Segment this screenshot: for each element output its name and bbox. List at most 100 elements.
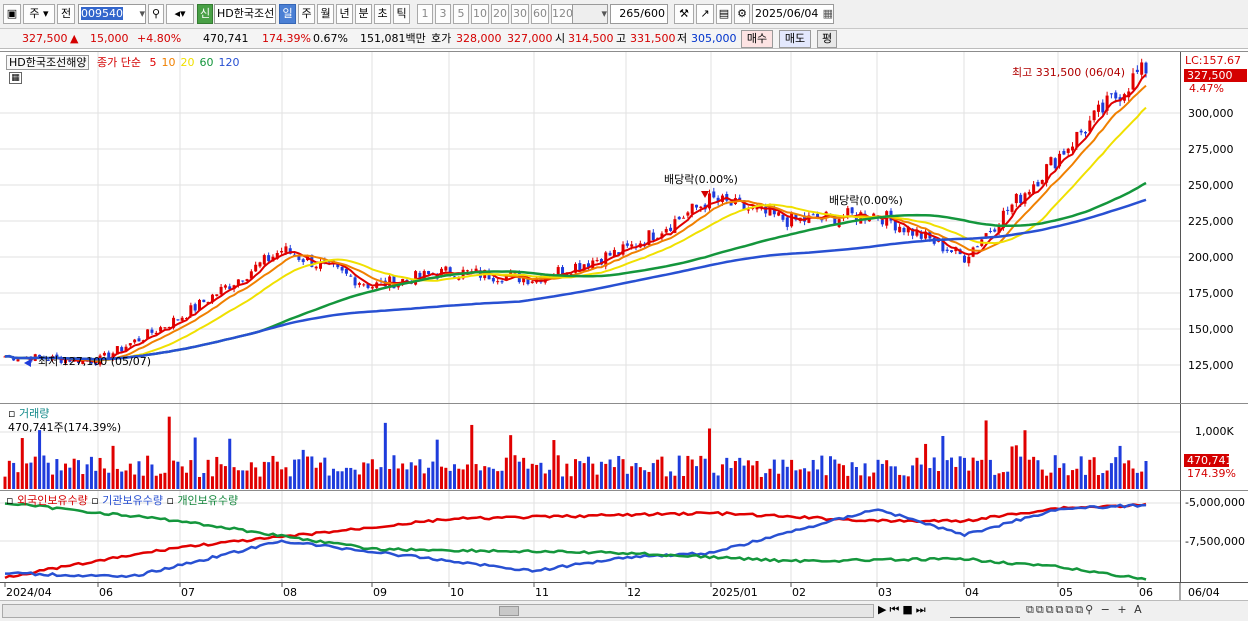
volume-bar [1006, 471, 1010, 489]
stock-name-input[interactable]: HD한국조선 [214, 4, 276, 24]
period-tab-4[interactable]: 분 [355, 4, 372, 24]
interval-input[interactable]: ▾ [572, 4, 608, 24]
interval-button-1[interactable]: 1 [417, 4, 433, 24]
candle-body [1062, 151, 1066, 155]
volume-bar [552, 440, 556, 489]
date-value: 2025/06/04 [755, 7, 819, 20]
volume-bar [1140, 471, 1144, 489]
volume-bar [794, 470, 798, 489]
candle-body [267, 255, 271, 262]
interval-button-5[interactable]: 5 [453, 4, 469, 24]
volume-bar [1088, 459, 1092, 489]
price-chart[interactable]: 최고 331,500 (06/04) 배당락(0.00%) 배당락(0.00%) 최저… [0, 52, 1180, 404]
volume-bar [487, 467, 491, 489]
mode-badge[interactable]: 신 [197, 4, 213, 24]
buy-button[interactable]: 매수 [741, 30, 773, 48]
chart-menu-icon[interactable]: ▣ [3, 4, 21, 24]
candle-body [1096, 104, 1100, 112]
ask-price: 328,000 [456, 32, 502, 45]
gear-icon[interactable]: ⚙ [734, 4, 750, 24]
candle-body [1101, 102, 1105, 113]
interval-button-120[interactable]: 120 [551, 4, 573, 24]
volume-bar [863, 463, 867, 489]
count-input[interactable]: 265/600 [610, 4, 668, 24]
candle-body [1019, 194, 1023, 204]
scroll-thumb[interactable] [499, 606, 519, 616]
candle-body [262, 255, 266, 265]
volume-bar [660, 456, 664, 489]
volume-bar [288, 476, 292, 489]
zoom-tools[interactable]: ⧉⧉⧉⧉⧉⧉⚲ − + A [1026, 603, 1144, 617]
price-tick-7: 125,000 [1188, 359, 1234, 372]
period-type-select[interactable]: 주 ▾ [23, 4, 55, 24]
volume-bar [327, 475, 331, 489]
candle-body [16, 359, 20, 362]
volume-bar [703, 458, 707, 489]
volume-bar [630, 466, 634, 489]
volume-bar [811, 459, 815, 489]
zoom-slider[interactable] [950, 604, 1020, 618]
volume-bar [988, 459, 992, 489]
volume-bar [366, 463, 370, 489]
candle-body [1109, 93, 1113, 95]
high-annotation: 최고 331,500 (06/04) [1012, 66, 1125, 79]
volume-bar [738, 457, 742, 489]
volume-bar [223, 466, 227, 489]
volume-bar [803, 468, 807, 489]
save-icon[interactable]: ▤ [716, 4, 732, 24]
volume-bar [271, 455, 275, 489]
stock-code-input[interactable]: 009540 ▾ [78, 4, 146, 24]
ma-line-5 [4, 73, 1147, 364]
candle-body [1036, 182, 1040, 187]
calculator-icon[interactable]: ▦ [9, 72, 22, 84]
period-tab-6[interactable]: 틱 [393, 4, 410, 24]
volume-bar [915, 457, 919, 489]
interval-button-60[interactable]: 60 [531, 4, 549, 24]
volume-bar [254, 467, 258, 489]
sell-button[interactable]: 매도 [779, 30, 811, 48]
avg-button[interactable]: 평 [817, 30, 837, 48]
volume-bar [565, 463, 569, 489]
candle-body [370, 287, 374, 289]
interval-button-30[interactable]: 30 [511, 4, 529, 24]
high-label: 고 [616, 32, 627, 45]
candle-body [1006, 209, 1010, 211]
volume-last-pct: 174.39% [1187, 467, 1236, 480]
speaker-icon[interactable]: ◂▾ [166, 4, 194, 24]
volume-bar [154, 475, 158, 489]
scroll-track[interactable] [2, 604, 874, 618]
candle-body [1144, 62, 1148, 74]
candle-body [1066, 148, 1070, 153]
volume-bar [859, 475, 863, 489]
candle-body [967, 256, 971, 264]
period-tab-1[interactable]: 주 [298, 4, 315, 24]
period-tab-2[interactable]: 월 [317, 4, 334, 24]
interval-button-20[interactable]: 20 [491, 4, 509, 24]
period-tab-5[interactable]: 초 [374, 4, 391, 24]
candle-body [595, 260, 599, 262]
stock-title[interactable]: HD한국조선해양 [6, 55, 90, 70]
volume-bar [491, 468, 495, 489]
interval-button-10[interactable]: 10 [471, 4, 489, 24]
search-icon[interactable]: ⚲ [148, 4, 164, 24]
volume-bar [958, 456, 962, 489]
ma-legend-60: 60 [199, 56, 214, 69]
period-tab-3[interactable]: 년 [336, 4, 353, 24]
ma-legend-prefix: 종가 단순 [96, 56, 141, 69]
prev-button[interactable]: 전 [57, 4, 75, 24]
date-input[interactable]: 2025/06/04 ▦ [752, 4, 834, 24]
volume-chart[interactable] [0, 404, 1180, 491]
interval-button-3[interactable]: 3 [435, 4, 451, 24]
candle-body [176, 319, 180, 321]
pen-icon[interactable]: ↗ [696, 4, 714, 24]
candle-body [215, 294, 219, 296]
volume-bar [885, 460, 889, 489]
candle-body [219, 286, 223, 295]
volume-bar [785, 466, 789, 489]
candle-body [120, 347, 124, 352]
crosshair-icon[interactable]: ⚒ [674, 4, 694, 24]
playback-controls[interactable]: ▶⏮■⏭ [878, 603, 929, 617]
period-tab-0[interactable]: 일 [279, 4, 296, 24]
volume-bar [461, 469, 465, 489]
volume-bar [854, 466, 858, 489]
